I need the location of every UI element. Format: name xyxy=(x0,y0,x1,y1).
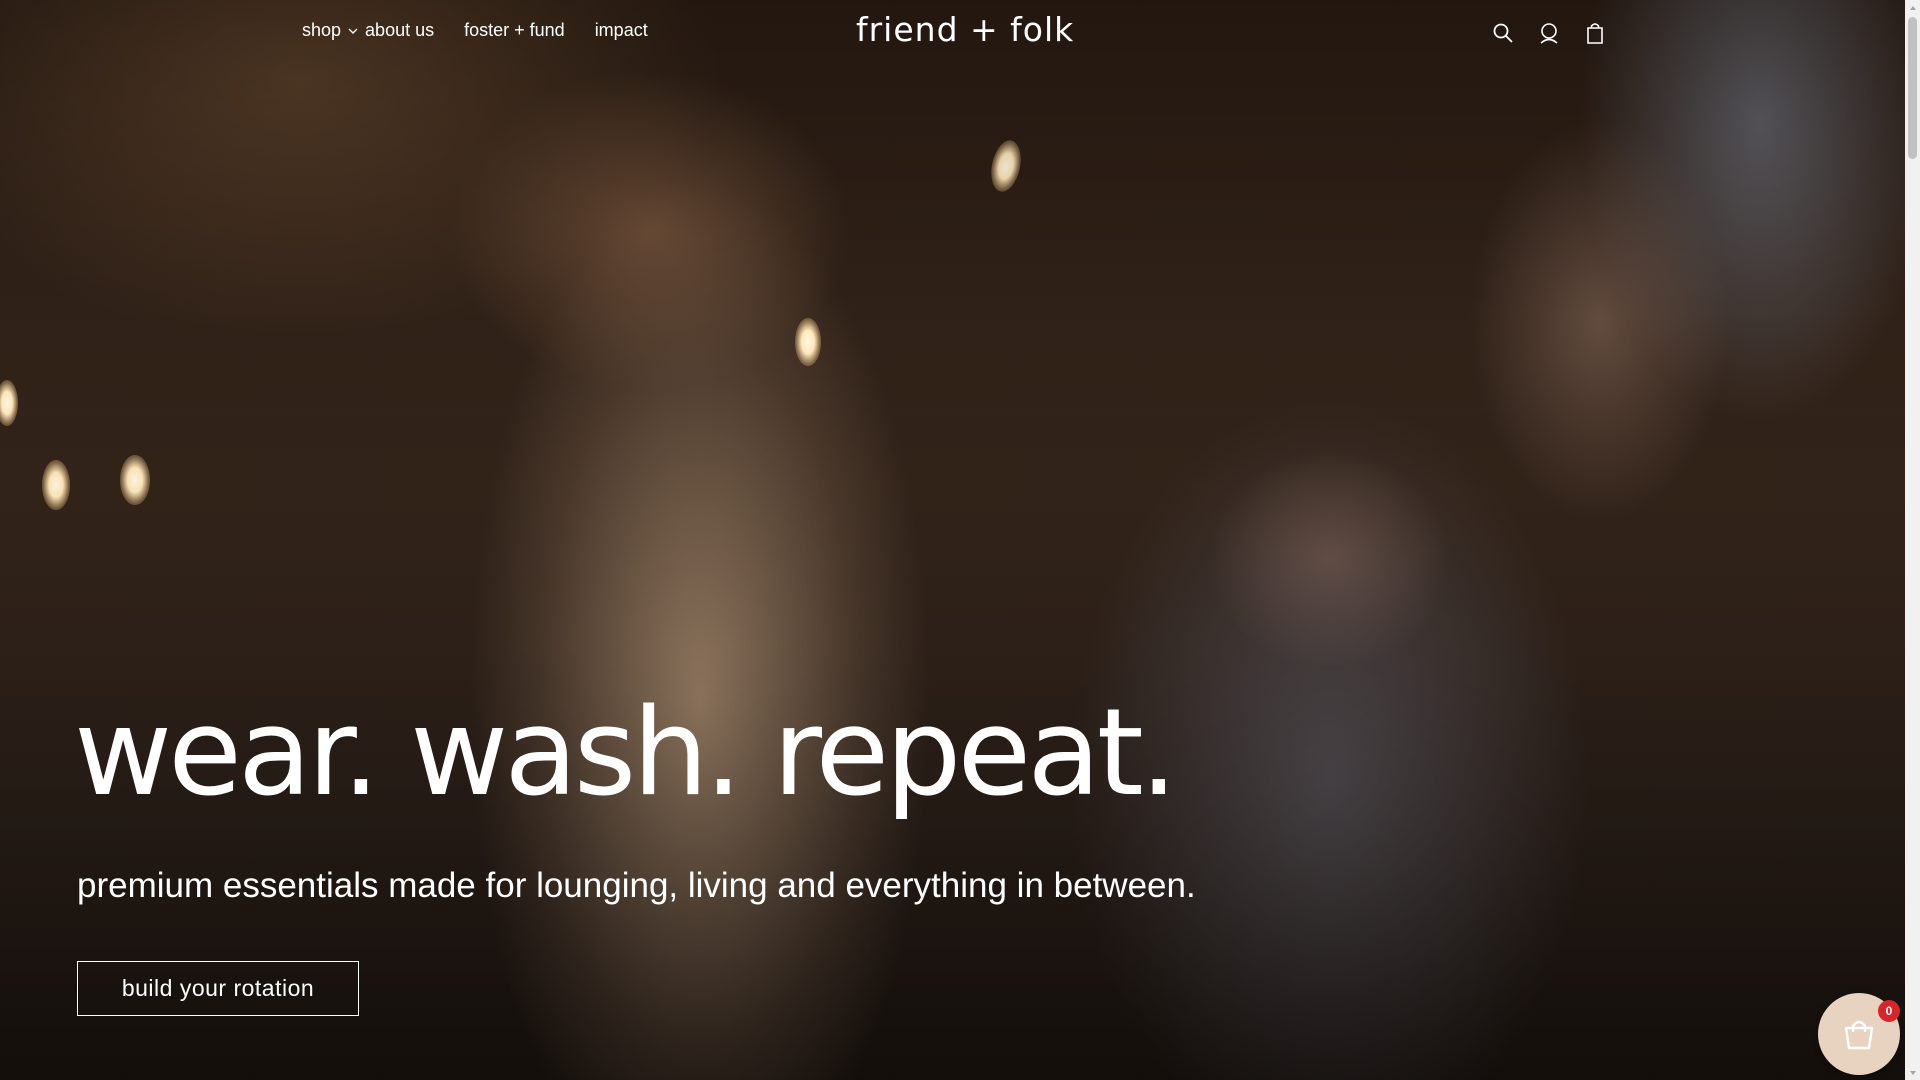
shopping-bag-icon xyxy=(1844,1020,1874,1050)
hero-video-background xyxy=(0,0,1905,1080)
hero-headline: wear. wash. repeat. xyxy=(74,684,1178,823)
scrollbar-thumb[interactable] xyxy=(1908,17,1917,159)
nav-about-us[interactable]: about us xyxy=(365,20,434,41)
nav-foster-fund[interactable]: foster + fund xyxy=(464,20,565,41)
site-logo[interactable]: friend + folk xyxy=(856,10,1074,49)
hero-subheadline: premium essentials made for lounging, li… xyxy=(77,866,1196,905)
hero-overlay xyxy=(0,0,1905,1080)
header-icons xyxy=(1490,20,1608,46)
main-nav: shop about us foster + fund impact xyxy=(302,20,648,41)
scroll-down-icon[interactable] xyxy=(1905,1065,1920,1080)
nav-impact[interactable]: impact xyxy=(595,20,648,41)
page-scrollbar[interactable] xyxy=(1905,0,1920,1080)
cart-count-badge: 0 xyxy=(1878,1000,1900,1022)
build-your-rotation-button[interactable]: build your rotation xyxy=(77,961,359,1016)
chevron-down-icon xyxy=(348,28,358,34)
cart-icon[interactable] xyxy=(1582,20,1608,46)
nav-shop-label: shop xyxy=(302,20,342,40)
nav-shop[interactable]: shop xyxy=(302,20,359,41)
search-icon[interactable] xyxy=(1490,20,1516,46)
scroll-up-icon[interactable] xyxy=(1905,0,1920,15)
account-icon[interactable] xyxy=(1536,20,1562,46)
